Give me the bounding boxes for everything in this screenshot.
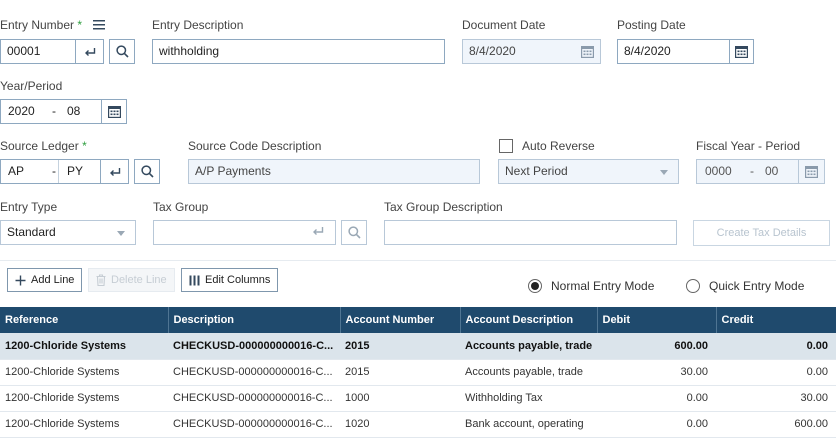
enter-icon — [312, 226, 324, 236]
column-header-account-number[interactable]: Account Number — [340, 307, 461, 333]
source-ledger-search-button[interactable] — [134, 159, 160, 184]
table-row[interactable]: 1200-Chloride Systems CHECKUSD-000000000… — [0, 359, 836, 386]
section-divider — [0, 260, 836, 261]
checkbox-box[interactable] — [499, 139, 513, 153]
entry-number-search-button[interactable] — [109, 39, 135, 64]
chevron-down-icon — [117, 231, 125, 236]
source-code-description-value: A/P Payments — [188, 159, 480, 184]
table-row[interactable]: 1200-Chloride Systems CHECKUSD-000000000… — [0, 385, 836, 412]
cell-account-description[interactable]: Bank account, operating — [460, 411, 597, 438]
calendar-icon — [805, 166, 818, 178]
source-code-description-label: Source Code Description — [188, 139, 322, 153]
cell-reference[interactable]: 1200-Chloride Systems — [0, 385, 168, 412]
entry-type-label: Entry Type — [0, 200, 58, 214]
cell-debit[interactable]: 600.00 — [597, 333, 716, 360]
plus-icon — [15, 275, 26, 285]
delete-line-button[interactable]: Delete Line — [88, 268, 175, 292]
fiscal-calendar-button — [798, 159, 825, 184]
column-header-credit[interactable]: Credit — [716, 307, 836, 333]
tax-group-search-button[interactable] — [341, 220, 367, 245]
cell-credit[interactable]: 30.00 — [716, 385, 836, 412]
edit-columns-button[interactable]: Edit Columns — [181, 268, 279, 292]
columns-icon — [189, 275, 200, 285]
normal-entry-mode-radio[interactable]: Normal Entry Mode — [528, 279, 654, 293]
calendar-icon — [581, 45, 594, 58]
entry-number-enter-button[interactable] — [75, 39, 104, 64]
trash-icon — [96, 274, 106, 286]
cell-credit[interactable]: 0.00 — [716, 333, 836, 360]
cell-description[interactable]: CHECKUSD-000000000016-C... — [168, 411, 340, 438]
fiscal-year-period-value: 0000 - 00 — [696, 159, 799, 184]
chevron-down-icon — [660, 170, 668, 175]
enter-icon — [84, 47, 95, 56]
search-icon — [140, 165, 154, 178]
entry-type-select[interactable]: Standard — [0, 220, 136, 245]
add-line-button[interactable]: Add Line — [7, 268, 83, 292]
calendar-icon — [735, 46, 748, 58]
source-ledger-enter-button[interactable] — [100, 159, 129, 184]
cell-description[interactable]: CHECKUSD-000000000016-C... — [168, 385, 340, 412]
menu-icon[interactable] — [93, 19, 105, 30]
cell-credit[interactable]: 600.00 — [716, 411, 836, 438]
auto-reverse-select: Next Period — [498, 159, 679, 184]
entry-description-label: Entry Description — [152, 18, 244, 32]
source-ledger-input[interactable]: AP - PY — [0, 159, 101, 184]
source-ledger-label: Source Ledger * — [0, 139, 87, 153]
entry-number-input[interactable]: 00001 — [0, 39, 76, 64]
cell-debit[interactable]: 30.00 — [597, 359, 716, 386]
cell-account-number[interactable]: 2015 — [340, 359, 460, 386]
posting-date-input[interactable]: 8/4/2020 — [617, 39, 730, 64]
source-ledger-separator — [58, 160, 59, 183]
entry-description-input[interactable]: withholding — [152, 39, 445, 64]
cell-account-number[interactable]: 1000 — [340, 385, 460, 412]
document-date-label: Document Date — [462, 18, 546, 32]
cell-description[interactable]: CHECKUSD-000000000016-C... — [168, 333, 340, 360]
posting-date-calendar-button[interactable] — [729, 39, 754, 64]
auto-reverse-checkbox[interactable]: Auto Reverse — [499, 139, 595, 153]
year-period-input[interactable]: 2020 - 08 — [0, 99, 102, 124]
radio-selected[interactable] — [528, 279, 542, 293]
year-period-label: Year/Period — [0, 79, 63, 93]
entry-number-label: Entry Number * — [0, 18, 83, 32]
cell-account-description[interactable]: Accounts payable, trade — [460, 333, 597, 360]
table-header-row: Reference Description Account Number Acc… — [0, 307, 836, 333]
cell-debit[interactable]: 0.00 — [597, 411, 716, 438]
quick-entry-mode-radio[interactable]: Quick Entry Mode — [686, 279, 804, 293]
fiscal-year-period-label: Fiscal Year - Period — [696, 139, 801, 153]
radio-unselected[interactable] — [686, 279, 700, 293]
cell-account-description[interactable]: Withholding Tax — [460, 385, 597, 412]
tax-group-description-label: Tax Group Description — [384, 200, 503, 214]
cell-account-number[interactable]: 2015 — [340, 333, 460, 360]
column-header-debit[interactable]: Debit — [597, 307, 717, 333]
tax-group-input[interactable] — [153, 220, 336, 245]
calendar-icon — [107, 106, 121, 118]
search-icon — [347, 226, 361, 239]
cell-reference[interactable]: 1200-Chloride Systems — [0, 359, 168, 386]
tax-group-label: Tax Group — [153, 200, 209, 214]
journal-lines-table: Reference Description Account Number Acc… — [0, 307, 836, 438]
cell-credit[interactable]: 0.00 — [716, 359, 836, 386]
year-period-calendar-button[interactable] — [101, 99, 127, 124]
column-header-description[interactable]: Description — [168, 307, 341, 333]
create-tax-details-button[interactable]: Create Tax Details — [693, 220, 830, 246]
document-date-input: 8/4/2020 — [462, 39, 601, 64]
posting-date-label: Posting Date — [617, 18, 686, 32]
cell-reference[interactable]: 1200-Chloride Systems — [0, 411, 168, 438]
tax-group-description-input[interactable] — [384, 220, 677, 245]
table-row[interactable]: 1200-Chloride Systems CHECKUSD-000000000… — [0, 333, 836, 360]
search-icon — [115, 45, 129, 58]
column-header-account-description[interactable]: Account Description — [460, 307, 598, 333]
cell-debit[interactable]: 0.00 — [597, 385, 716, 412]
cell-account-number[interactable]: 1020 — [340, 411, 460, 438]
enter-icon — [109, 167, 120, 176]
table-row[interactable]: 1200-Chloride Systems CHECKUSD-000000000… — [0, 411, 836, 438]
column-header-reference[interactable]: Reference — [0, 307, 169, 333]
cell-account-description[interactable]: Accounts payable, trade — [460, 359, 597, 386]
cell-description[interactable]: CHECKUSD-000000000016-C... — [168, 359, 340, 386]
cell-reference[interactable]: 1200-Chloride Systems — [0, 333, 168, 360]
